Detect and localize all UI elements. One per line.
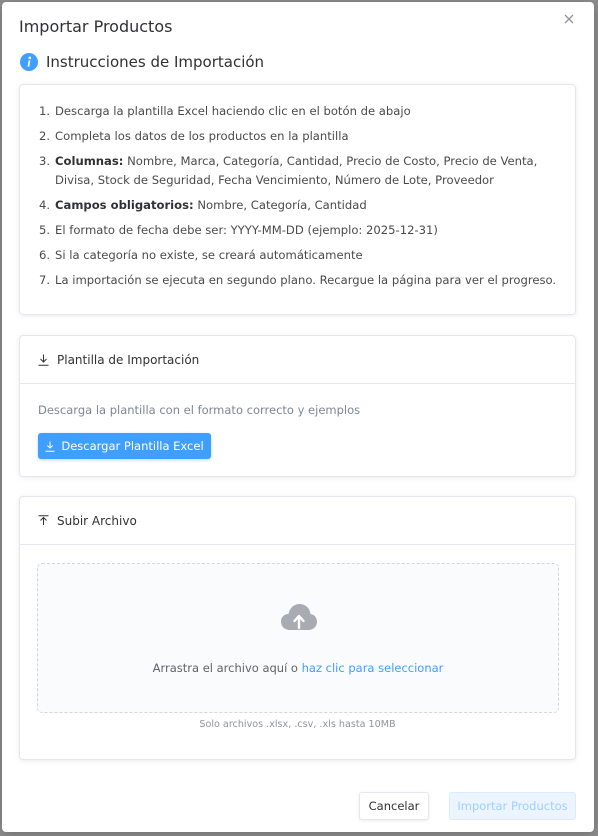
instruction-item: 1. Descarga la plantilla Excel haciendo c… bbox=[39, 102, 559, 121]
instruction-text: Nombre, Marca, Categoría, Cantidad, Prec… bbox=[55, 154, 538, 187]
instruction-text: El formato de fecha debe ser: YYYY-MM-DD… bbox=[55, 223, 438, 237]
download-template-button[interactable]: Descargar Plantilla Excel bbox=[38, 433, 211, 459]
instruction-label: Columnas: bbox=[55, 154, 124, 168]
upload-card-title: Subir Archivo bbox=[57, 513, 137, 528]
template-description: Descarga la plantilla con el formato cor… bbox=[38, 403, 361, 417]
instruction-item: 6. Si la categoría no existe, se creará a… bbox=[39, 246, 559, 265]
instruction-number: 7. bbox=[39, 273, 51, 287]
download-template-label: Descargar Plantilla Excel bbox=[61, 439, 204, 453]
instruction-body: Columnas: Nombre, Marca, Categoría, Cant… bbox=[55, 152, 559, 190]
import-products-button[interactable]: Importar Productos bbox=[449, 792, 576, 820]
select-file-link[interactable]: haz clic para seleccionar bbox=[302, 661, 444, 675]
import-products-dialog: Importar Productos Instrucciones de Impo… bbox=[2, 2, 594, 832]
instruction-label: Campos obligatorios: bbox=[55, 198, 194, 212]
template-card: Plantilla de Importación Descarga la pla… bbox=[19, 335, 576, 477]
instruction-number: 5. bbox=[39, 223, 51, 237]
instruction-item: 2. Completa los datos de los productos en… bbox=[39, 127, 559, 146]
instruction-body: Completa los datos de los productos en l… bbox=[55, 127, 349, 146]
instruction-text: Descarga la plantilla Excel haciendo cli… bbox=[55, 104, 411, 118]
instruction-text: Nombre, Categoría, Cantidad bbox=[193, 198, 367, 212]
instruction-number: 6. bbox=[39, 248, 51, 262]
instructions-heading: Instrucciones de Importación bbox=[20, 52, 264, 72]
instruction-number: 2. bbox=[39, 129, 51, 143]
dropzone-text: Arrastra el archivo aquí o haz clic para… bbox=[38, 661, 558, 675]
file-dropzone[interactable]: Arrastra el archivo aquí o haz clic para… bbox=[37, 563, 559, 713]
upload-tip: Solo archivos .xlsx, .csv, .xls hasta 10… bbox=[199, 719, 396, 730]
instruction-number: 3. bbox=[39, 154, 51, 168]
instruction-body: La importación se ejecuta en segundo pla… bbox=[55, 271, 556, 290]
template-card-header: Plantilla de Importación bbox=[20, 336, 575, 384]
instruction-item: 4. Campos obligatorios: Nombre, Categoría… bbox=[39, 196, 559, 215]
instruction-text: Completa los datos de los productos en l… bbox=[55, 129, 349, 143]
info-icon bbox=[20, 53, 38, 71]
instruction-body: Si la categoría no existe, se creará aut… bbox=[55, 246, 363, 265]
instruction-body: El formato de fecha debe ser: YYYY-MM-DD… bbox=[55, 221, 438, 240]
upload-card-header: Subir Archivo bbox=[20, 497, 575, 545]
instruction-item: 7. La importación se ejecuta en segundo p… bbox=[39, 271, 559, 290]
cancel-button[interactable]: Cancelar bbox=[359, 792, 429, 820]
download-icon bbox=[38, 354, 49, 366]
instruction-body: Campos obligatorios: Nombre, Categoría, … bbox=[55, 196, 367, 215]
instruction-item: 3. Columnas: Nombre, Marca, Categoría, Ca… bbox=[39, 152, 559, 190]
download-icon bbox=[45, 441, 55, 452]
dropzone-hint: Arrastra el archivo aquí o bbox=[152, 661, 302, 675]
instruction-number: 1. bbox=[39, 104, 51, 118]
instruction-body: Descarga la plantilla Excel haciendo cli… bbox=[55, 102, 411, 121]
instruction-number: 4. bbox=[39, 198, 51, 212]
instruction-text: La importación se ejecuta en segundo pla… bbox=[55, 273, 557, 287]
cloud-upload-icon bbox=[281, 604, 317, 630]
upload-icon bbox=[38, 514, 49, 525]
upload-card: Subir Archivo Arrastra el archivo aquí o… bbox=[19, 496, 576, 760]
instruction-text: Si la categoría no existe, se creará aut… bbox=[55, 248, 363, 262]
instructions-title: Instrucciones de Importación bbox=[46, 53, 265, 71]
instructions-list: 1. Descarga la plantilla Excel haciendo c… bbox=[39, 102, 559, 296]
instructions-card: 1. Descarga la plantilla Excel haciendo c… bbox=[19, 84, 576, 315]
template-card-title: Plantilla de Importación bbox=[57, 352, 200, 367]
dialog-title: Importar Productos bbox=[19, 17, 173, 36]
instruction-item: 5. El formato de fecha debe ser: YYYY-MM-… bbox=[39, 221, 559, 240]
close-icon[interactable] bbox=[561, 11, 577, 27]
